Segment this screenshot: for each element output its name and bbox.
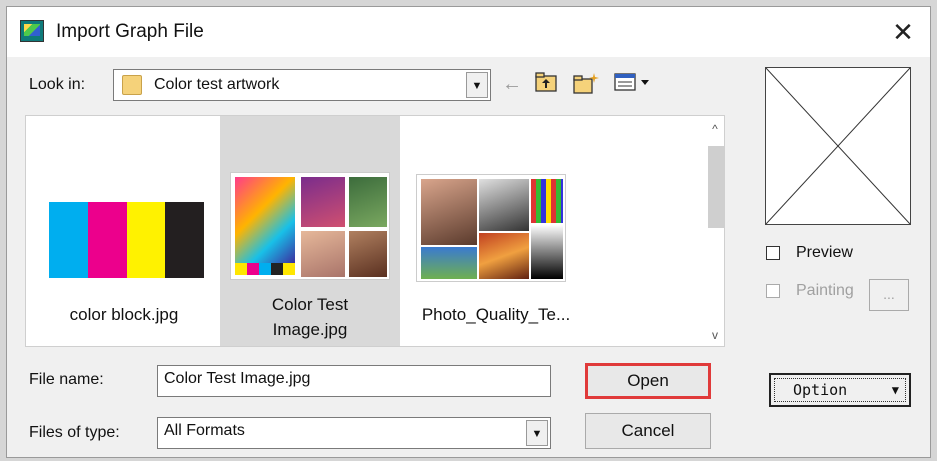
look-in-value: Color test artwork: [154, 76, 280, 93]
scroll-down-icon[interactable]: v: [706, 326, 724, 344]
painting-label: Painting: [796, 282, 854, 299]
color-block-thumbnail: [49, 202, 204, 278]
up-folder-icon[interactable]: [533, 71, 559, 97]
option-label: Option: [793, 381, 848, 399]
view-menu-icon[interactable]: [613, 71, 653, 97]
open-button[interactable]: Open: [585, 363, 711, 399]
scroll-up-icon[interactable]: ^: [706, 120, 724, 138]
files-of-type-value: All Formats: [164, 422, 245, 439]
chevron-down-icon[interactable]: ▼: [526, 420, 548, 446]
preview-label: Preview: [796, 244, 853, 261]
file-name-label: File name:: [29, 371, 104, 388]
file-name-color-test-line1: Color Test: [271, 295, 349, 314]
import-graph-file-dialog: Import Graph File ✕ Look in: Color test …: [6, 6, 931, 458]
painting-checkbox[interactable]: [766, 284, 780, 298]
file-name-input[interactable]: Color Test Image.jpg: [157, 365, 551, 397]
color-test-thumbnail: [230, 172, 390, 280]
look-in-combo[interactable]: Color test artwork ▼: [113, 69, 491, 101]
file-list-scrollbar[interactable]: ^ v: [706, 116, 724, 346]
preview-pane: [765, 67, 911, 225]
title-bar: Import Graph File ✕: [7, 7, 930, 57]
app-icon: [20, 20, 44, 42]
files-of-type-combo[interactable]: All Formats ▼: [157, 417, 551, 449]
preview-checkbox[interactable]: [766, 246, 780, 260]
file-name-photo-quality: Photo_Quality_Te...: [421, 305, 571, 324]
file-name-color-test-line2: Image.jpg: [272, 320, 348, 339]
photo-quality-thumbnail: [416, 174, 566, 282]
new-folder-icon[interactable]: [571, 71, 601, 97]
window-title: Import Graph File: [56, 21, 204, 42]
file-name-color-block: color block.jpg: [69, 305, 179, 324]
cancel-button[interactable]: Cancel: [585, 413, 711, 449]
chevron-down-icon[interactable]: ▼: [466, 72, 488, 98]
scroll-thumb[interactable]: [708, 146, 724, 228]
look-in-label: Look in:: [29, 76, 86, 93]
files-of-type-label: Files of type:: [29, 424, 120, 441]
file-item-photo-quality[interactable]: Photo_Quality_Te...: [406, 116, 586, 346]
file-item-color-test-image[interactable]: Color Test Image.jpg: [220, 116, 400, 346]
file-item-color-block[interactable]: color block.jpg: [34, 116, 214, 346]
close-button[interactable]: ✕: [886, 15, 920, 49]
painting-options-button[interactable]: ...: [869, 279, 909, 311]
option-button[interactable]: Option ▼: [769, 373, 911, 407]
file-list[interactable]: color block.jpg Color Test Image.jpg Pho…: [25, 115, 725, 347]
chevron-down-icon: ▼: [891, 383, 899, 397]
folder-icon: [122, 75, 142, 95]
back-arrow-icon[interactable]: ←: [501, 71, 523, 97]
